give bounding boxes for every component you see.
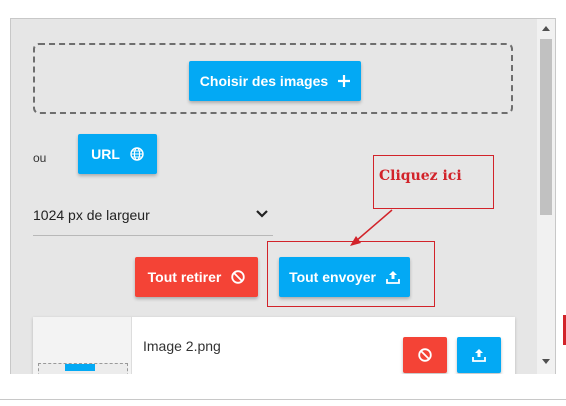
vertical-scrollbar[interactable] [537, 19, 555, 374]
drop-zone[interactable]: Choisir des images [33, 43, 513, 114]
ban-icon [231, 270, 246, 284]
bottom-divider [0, 399, 566, 400]
scroll-down-arrow-icon[interactable] [537, 353, 555, 371]
width-select-value: 1024 px de largeur [33, 207, 150, 223]
file-list-item: Image 2.png [33, 317, 515, 374]
scroll-up-arrow-icon[interactable] [537, 19, 555, 37]
upload-icon [472, 348, 486, 362]
annotation-highlight-box [267, 241, 435, 307]
file-name: Image 2.png [143, 338, 221, 354]
or-label: ou [33, 151, 47, 165]
annotation-text: Cliquez ici [379, 168, 462, 184]
thumbnail-bar [65, 364, 95, 371]
ban-icon [418, 348, 432, 362]
remove-all-label: Tout retirer [147, 269, 222, 285]
url-label: URL [91, 146, 120, 162]
remove-all-button[interactable]: Tout retirer [135, 257, 258, 297]
choose-images-button[interactable]: Choisir des images [189, 61, 361, 101]
url-button[interactable]: URL [78, 134, 157, 174]
remove-file-button[interactable] [403, 337, 447, 373]
scroll-thumb[interactable] [540, 39, 552, 215]
choose-images-label: Choisir des images [199, 73, 329, 89]
width-select[interactable]: 1024 px de largeur [33, 201, 273, 236]
chevron-down-icon [255, 207, 269, 224]
plus-icon [338, 75, 351, 87]
globe-icon [130, 147, 144, 161]
upload-file-button[interactable] [457, 337, 501, 373]
image-thumbnail [33, 317, 132, 374]
annotation-callout: Cliquez ici [373, 155, 494, 209]
